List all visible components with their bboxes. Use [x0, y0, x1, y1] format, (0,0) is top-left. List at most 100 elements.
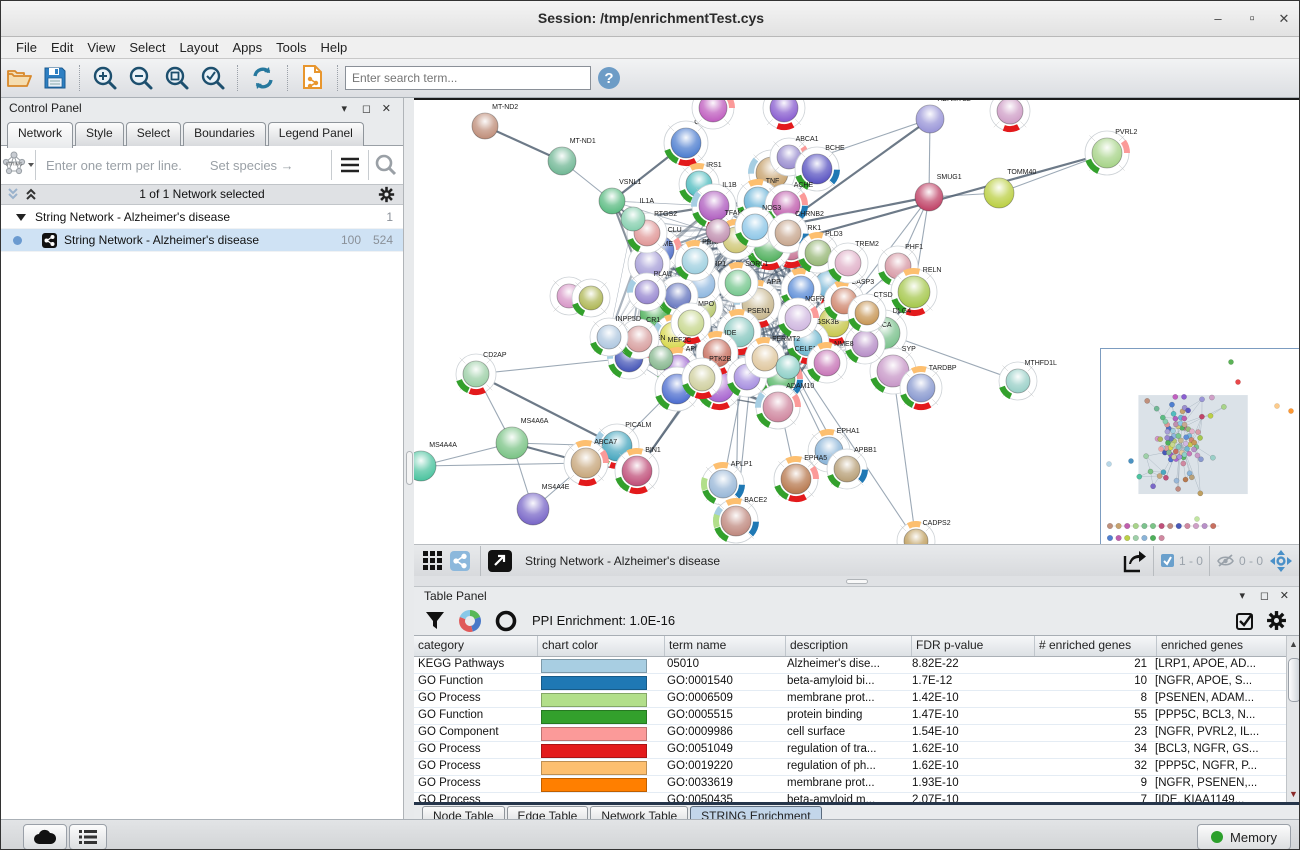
save-session-button[interactable]	[38, 63, 72, 93]
network-node[interactable]	[763, 100, 805, 129]
network-node[interactable]: TARDBP	[900, 365, 957, 409]
tab-style[interactable]: Style	[75, 122, 124, 146]
table-row[interactable]: GO ProcessGO:0033619membrane prot...1.93…	[414, 776, 1300, 793]
network-collection-row[interactable]: String Network - Alzheimer's disease 1	[1, 206, 403, 229]
string-query-input[interactable]: Enter one term per line.	[46, 158, 182, 173]
zoom-selected-button[interactable]	[196, 63, 230, 93]
birdseye-overview[interactable]	[1100, 348, 1300, 544]
table-settings-gear-icon[interactable]	[1266, 610, 1287, 631]
ring-chart-icon[interactable]	[494, 609, 518, 633]
network-node[interactable]: MT-ND2	[472, 104, 518, 139]
zoom-fit-button[interactable]	[160, 63, 194, 93]
string-search-icon[interactable]	[369, 152, 403, 178]
tab-legend-panel[interactable]: Legend Panel	[268, 122, 364, 146]
zoom-in-button[interactable]	[88, 63, 122, 93]
network-node[interactable]	[572, 279, 610, 317]
table-row[interactable]: GO ProcessGO:0051049regulation of tra...…	[414, 742, 1300, 759]
table-close-icon[interactable]: ✕	[1280, 589, 1289, 602]
open-in-tab-icon[interactable]	[487, 549, 513, 573]
scroll-down-arrow[interactable]: ▼	[1287, 789, 1300, 799]
search-input[interactable]	[345, 66, 591, 90]
filter-icon[interactable]	[424, 610, 446, 632]
string-app-icon[interactable]: STRING	[1, 149, 35, 181]
network-node[interactable]	[990, 100, 1030, 131]
column-header-1[interactable]: chart color	[538, 636, 665, 656]
menu-edit[interactable]: Edit	[44, 38, 80, 57]
open-session-button[interactable]	[2, 63, 36, 93]
column-header-2[interactable]: term name	[665, 636, 786, 656]
menu-tools[interactable]: Tools	[269, 38, 313, 57]
table-row[interactable]: KEGG Pathways05010Alzheimer's dise...8.8…	[414, 657, 1300, 674]
tab-boundaries[interactable]: Boundaries	[183, 122, 266, 146]
network-node[interactable]: MTHFD1L	[999, 360, 1057, 400]
piechart-icon[interactable]	[458, 609, 482, 633]
cell	[537, 742, 663, 758]
network-node[interactable]: MT-ND1	[548, 138, 596, 175]
network-row-selected[interactable]: String Network - Alzheimer's disease 100…	[1, 229, 403, 252]
panel-collapse-icon[interactable]: ▾	[341, 102, 347, 115]
string-options-icon[interactable]	[332, 152, 368, 178]
column-header-5[interactable]: # enriched genes	[1035, 636, 1157, 656]
network-node[interactable]: PVRL2	[1085, 129, 1138, 175]
menu-apps[interactable]: Apps	[226, 38, 270, 57]
refresh-button[interactable]	[246, 63, 280, 93]
network-node[interactable]: MS4A6A	[496, 418, 549, 459]
table-collapse-icon[interactable]: ▾	[1239, 589, 1245, 602]
export-network-icon[interactable]	[1121, 548, 1147, 574]
task-list-button[interactable]	[69, 824, 107, 850]
select-columns-icon[interactable]	[1235, 611, 1255, 631]
table-scrollbar[interactable]: ▲ ▼	[1286, 636, 1300, 802]
table-row[interactable]: GO FunctionGO:0005515protein binding1.47…	[414, 708, 1300, 725]
menu-help[interactable]: Help	[314, 38, 355, 57]
column-header-0[interactable]: category	[414, 636, 538, 656]
network-node[interactable]: EPHA5	[774, 455, 827, 501]
help-button[interactable]: ?	[592, 63, 626, 93]
table-float-icon[interactable]: ◻	[1260, 589, 1269, 602]
network-options-gear-icon[interactable]	[378, 186, 395, 203]
tree-expander-icon[interactable]	[15, 212, 27, 222]
maximize-button[interactable]: ▫	[1241, 9, 1263, 29]
scroll-up-arrow[interactable]: ▲	[1287, 639, 1300, 649]
network-node[interactable]: CD2AP	[456, 352, 507, 394]
table-row[interactable]: GO ProcessGO:0019220regulation of ph...1…	[414, 759, 1300, 776]
network-node[interactable]: ADAM10	[756, 383, 814, 429]
network-node[interactable]: TOMM40	[984, 169, 1036, 208]
menu-select[interactable]: Select	[122, 38, 172, 57]
menu-layout[interactable]: Layout	[172, 38, 225, 57]
network-from-file-button[interactable]	[296, 63, 330, 93]
tab-select[interactable]: Select	[126, 122, 181, 146]
minimize-button[interactable]: –	[1207, 9, 1229, 29]
memory-button[interactable]: Memory	[1197, 824, 1291, 850]
panel-close-icon[interactable]: ✕	[382, 102, 391, 115]
network-node[interactable]: TREM2	[828, 241, 879, 283]
horizontal-splitter-grip[interactable]	[846, 579, 868, 584]
column-header-6[interactable]: enriched genes	[1157, 636, 1287, 656]
network-node[interactable]: MS4A4E	[517, 484, 570, 525]
network-canvas[interactable]: MT-ND2MT-ND1VSNL1GAB2IRS1CHATABCA1BCHEIL…	[414, 98, 1300, 544]
network-node[interactable]: SMUG1	[915, 174, 962, 211]
panel-splitter-grip[interactable]	[406, 451, 413, 485]
network-node[interactable]: ADAMTS2	[916, 100, 971, 133]
menu-view[interactable]: View	[80, 38, 122, 57]
panel-float-icon[interactable]: ◻	[362, 102, 371, 115]
grid-view-icon[interactable]	[422, 550, 444, 572]
cloud-button[interactable]	[23, 824, 67, 850]
column-header-4[interactable]: FDR p-value	[912, 636, 1035, 656]
table-row[interactable]: GO ProcessGO:0050435beta-amyloid m...2.0…	[414, 793, 1300, 802]
network-node[interactable]: BACE2	[714, 497, 767, 543]
birdseye-toggle-icon[interactable]	[450, 551, 470, 571]
close-button[interactable]: ✕	[1273, 9, 1295, 29]
table-row[interactable]: GO ProcessGO:0006509membrane prot...1.42…	[414, 691, 1300, 708]
table-row[interactable]: GO FunctionGO:0001540beta-amyloid bi...1…	[414, 674, 1300, 691]
tab-network[interactable]: Network	[7, 122, 73, 148]
species-selector[interactable]: Set species →	[210, 158, 331, 173]
scrollbar-thumb[interactable]	[1288, 658, 1300, 702]
network-node[interactable]: MS4A4A	[414, 442, 457, 481]
network-node[interactable]: NME8	[807, 341, 854, 383]
pan-navigate-icon[interactable]	[1269, 549, 1293, 573]
column-header-3[interactable]: description	[786, 636, 912, 656]
table-row[interactable]: GO ComponentGO:0009986cell surface1.54E-…	[414, 725, 1300, 742]
network-node[interactable]: APBB1	[827, 447, 877, 489]
menu-file[interactable]: File	[9, 38, 44, 57]
zoom-out-button[interactable]	[124, 63, 158, 93]
